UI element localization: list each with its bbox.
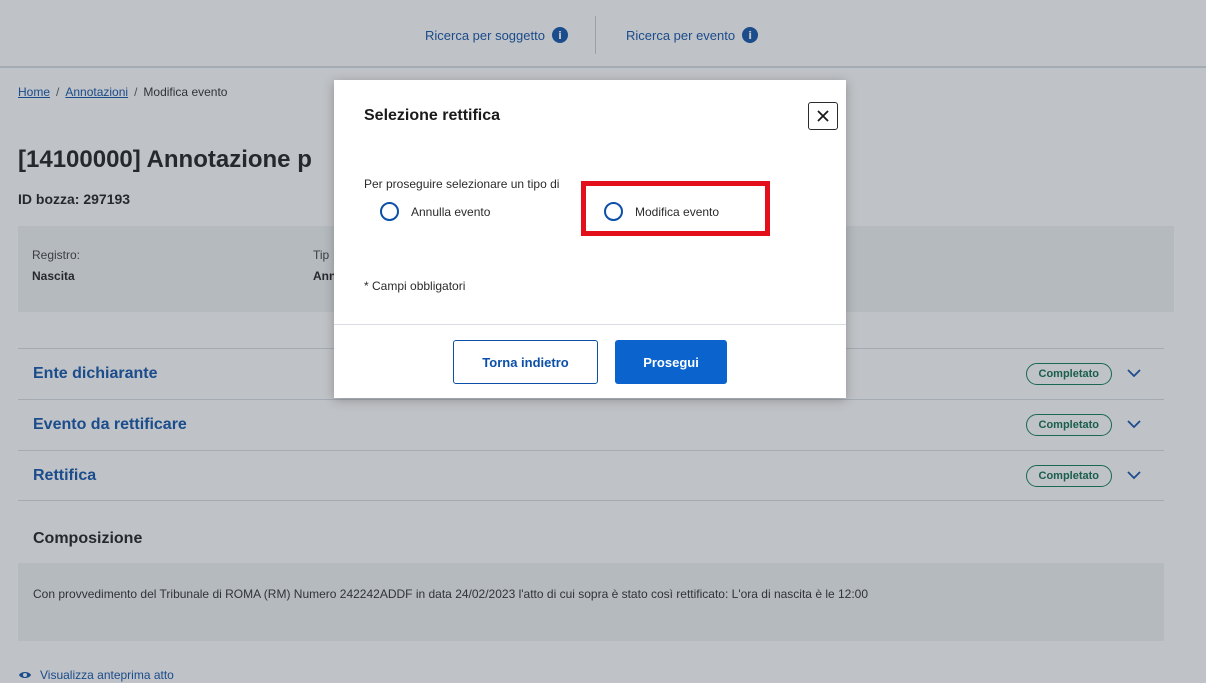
highlight-annotation xyxy=(581,181,770,236)
radio-label: Annulla evento xyxy=(411,204,491,219)
close-icon xyxy=(817,110,829,122)
radio-button[interactable] xyxy=(380,202,399,221)
continue-button[interactable]: Prosegui xyxy=(615,340,727,384)
radio-annulla-evento[interactable]: Annulla evento xyxy=(380,202,490,221)
modal-divider xyxy=(334,324,846,325)
close-button[interactable] xyxy=(808,102,838,130)
modal-prompt: Per proseguire selezionare un tipo di xyxy=(364,177,560,191)
required-fields-note: * Campi obbligatori xyxy=(364,279,466,293)
selection-modal: Selezione rettifica Per proseguire selez… xyxy=(334,80,846,398)
modal-title: Selezione rettifica xyxy=(364,107,501,124)
back-button[interactable]: Torna indietro xyxy=(453,340,598,384)
